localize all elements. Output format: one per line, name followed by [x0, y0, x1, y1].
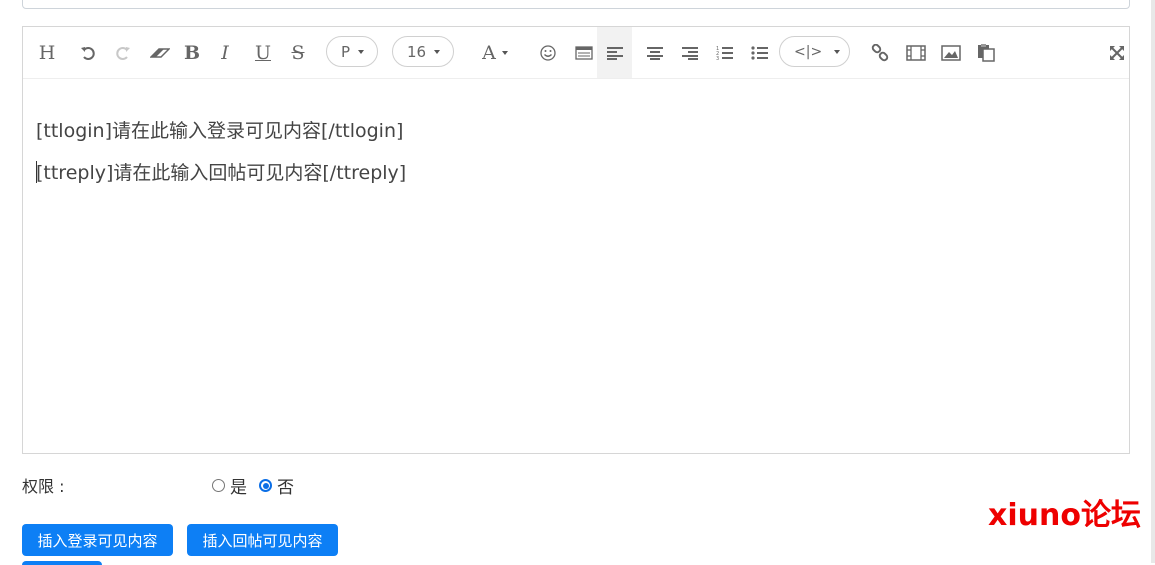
link-icon[interactable] — [868, 27, 892, 78]
fullscreen-icon[interactable] — [1105, 27, 1129, 78]
undo-icon[interactable] — [76, 27, 100, 78]
svg-text:3: 3 — [716, 56, 719, 61]
strikethrough-label: S — [291, 41, 305, 64]
watermark-text: xiuno论坛 — [988, 498, 1141, 533]
permission-radio-group: 是 否 — [212, 473, 306, 498]
unordered-list-icon[interactable] — [748, 27, 772, 78]
table-icon[interactable] — [572, 27, 596, 78]
rich-text-editor[interactable]: H B I U S P 16 A 123 <|> [ttlogin]请在此输入登… — [22, 26, 1130, 454]
chevron-down-icon — [834, 49, 841, 54]
strikethrough-icon[interactable]: S — [287, 27, 309, 78]
chevron-down-icon — [358, 49, 365, 54]
permission-label: 权限 : — [22, 477, 65, 496]
bold-icon[interactable]: B — [181, 27, 203, 78]
underline-label: U — [254, 41, 271, 64]
italic-icon[interactable]: I — [215, 27, 235, 78]
editor-line-reply: [ttreply]请在此输入回帖可见内容[/ttreply] — [36, 162, 407, 184]
chevron-down-icon — [434, 49, 441, 54]
italic-label: I — [221, 41, 229, 64]
editor-toolbar: H B I U S P 16 A 123 <|> — [23, 27, 1129, 79]
underline-icon[interactable]: U — [252, 27, 274, 78]
bold-label: B — [183, 41, 201, 64]
emoji-icon[interactable] — [537, 27, 559, 78]
editor-line-reply-wrapper: [ttreply]请在此输入回帖可见内容[/ttreply] — [36, 161, 1116, 183]
video-icon[interactable] — [904, 27, 928, 78]
title-input[interactable] — [22, 0, 1130, 9]
paste-icon[interactable] — [974, 27, 998, 78]
radio-yes[interactable] — [212, 479, 225, 492]
ordered-list-icon[interactable]: 123 — [713, 27, 737, 78]
font-size-value: 16 — [407, 42, 427, 61]
radio-no[interactable] — [259, 479, 272, 492]
editor-content[interactable]: [ttlogin]请在此输入登录可见内容[/ttlogin] [ttreply]… — [36, 121, 1116, 203]
align-left-icon[interactable] — [597, 27, 632, 78]
code-select[interactable]: <|> — [779, 36, 850, 67]
align-center-icon[interactable] — [643, 27, 667, 78]
permission-option-yes[interactable]: 是 — [212, 473, 247, 498]
code-value: <|> — [794, 43, 823, 60]
permission-option-no[interactable]: 否 — [259, 473, 294, 498]
eraser-icon[interactable] — [147, 27, 173, 78]
editor-line-login: [ttlogin]请在此输入登录可见内容[/ttlogin] — [36, 120, 404, 142]
permission-option-no-label: 否 — [277, 478, 294, 498]
font-color-label: A — [482, 41, 496, 64]
insert-login-content-button[interactable]: 插入登录可见内容 — [22, 524, 173, 556]
font-size-select[interactable]: 16 — [392, 36, 454, 67]
heading-label: H — [38, 41, 56, 64]
heading-icon[interactable]: H — [33, 27, 61, 78]
align-right-icon[interactable] — [678, 27, 702, 78]
submit-button-partial[interactable] — [22, 561, 102, 565]
redo-icon[interactable] — [111, 27, 135, 78]
paragraph-select[interactable]: P — [326, 36, 378, 67]
permission-option-yes-label: 是 — [230, 478, 247, 498]
insert-reply-content-button[interactable]: 插入回帖可见内容 — [187, 524, 338, 556]
paragraph-value: P — [341, 42, 351, 61]
scrollbar[interactable] — [1151, 0, 1155, 563]
font-color-icon[interactable]: A — [475, 27, 515, 78]
image-icon[interactable] — [939, 27, 963, 78]
chevron-down-icon — [501, 50, 508, 55]
